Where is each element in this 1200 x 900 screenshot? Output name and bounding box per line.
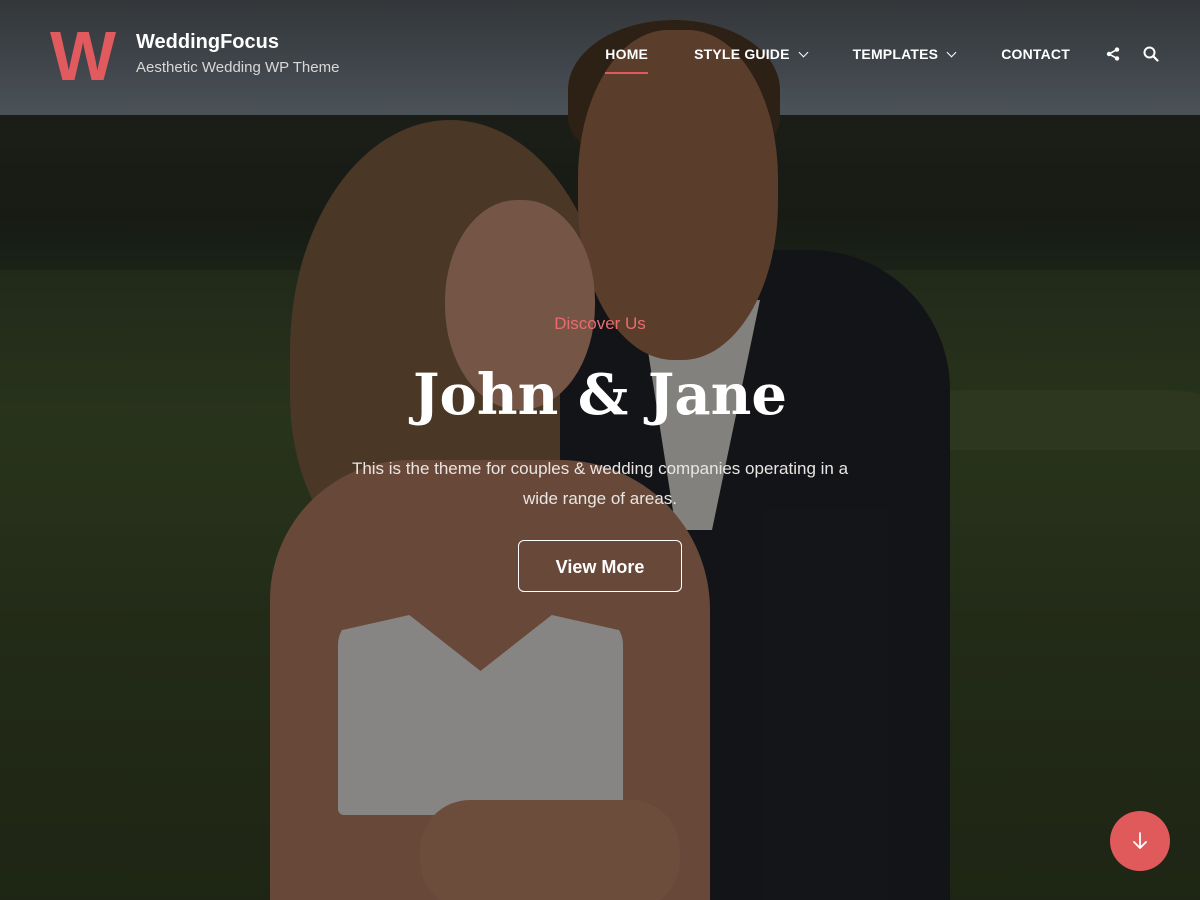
main-navigation: HOME STYLE GUIDE TEMPLATES CONTACT [605,43,1160,74]
share-icon[interactable] [1104,45,1122,63]
hero-eyebrow: Discover Us [554,314,646,333]
nav-item-label: CONTACT [1001,46,1070,62]
nav-item-label: HOME [605,46,649,62]
hero-section: Discover Us John & Jane This is the them… [0,310,1200,592]
nav-item-label: TEMPLATES [852,46,939,62]
page: W WeddingFocus Aesthetic Wedding WP Them… [0,0,1200,900]
arrow-down-icon [1133,832,1147,849]
site-logo[interactable]: W WeddingFocus Aesthetic Wedding WP Them… [50,21,339,91]
nav-item-style-guide[interactable]: STYLE GUIDE [694,43,809,65]
chevron-down-icon [946,47,957,57]
nav-item-contact[interactable]: CONTACT [1001,43,1070,65]
nav-item-home[interactable]: HOME [605,43,649,74]
site-title[interactable]: WeddingFocus [136,30,339,54]
scroll-down-button[interactable] [1110,811,1170,871]
nav-item-templates[interactable]: TEMPLATES [852,43,957,65]
site-header: W WeddingFocus Aesthetic Wedding WP Them… [0,0,1200,110]
logo-mark[interactable]: W [50,21,120,91]
hero-title: John & Jane [413,362,787,428]
nav-item-label: STYLE GUIDE [694,46,790,62]
site-tagline: Aesthetic Wedding WP Theme [136,59,340,76]
view-more-button[interactable]: View More [518,540,682,592]
search-icon[interactable] [1142,45,1160,63]
logo-text: WeddingFocus Aesthetic Wedding WP Theme [136,26,339,78]
hero-description: This is the theme for couples & wedding … [351,459,849,508]
chevron-down-icon [798,47,809,57]
